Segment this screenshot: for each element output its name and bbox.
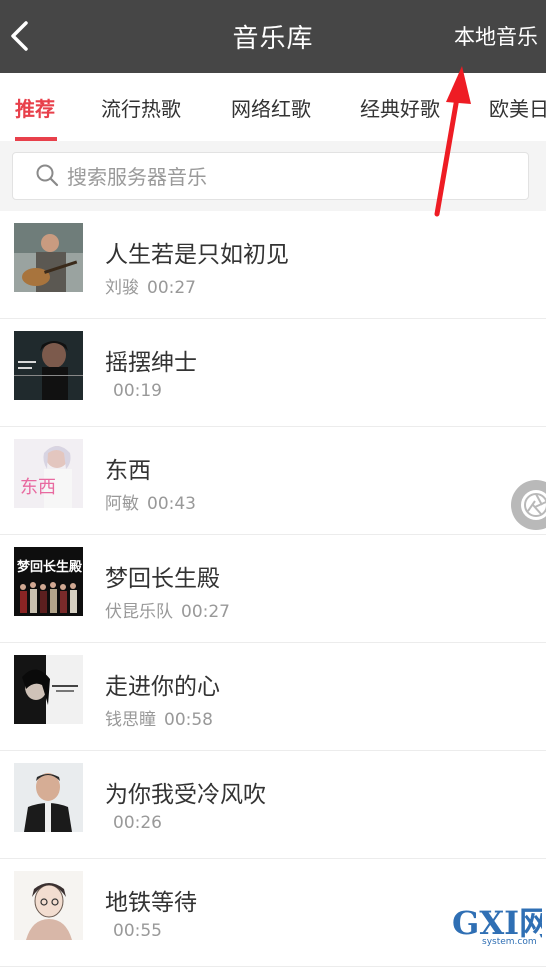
search-icon xyxy=(36,164,59,187)
album-cover: 东西 xyxy=(14,439,83,508)
album-cover xyxy=(14,763,83,832)
song-title: 人生若是只如初见 xyxy=(105,242,289,268)
tab-internet-hits[interactable]: 网络红歌 xyxy=(231,93,311,122)
song-duration: 00:55 xyxy=(113,921,162,941)
album-cover xyxy=(14,655,83,724)
song-item[interactable]: 为你我受冷风吹 00:26 xyxy=(0,751,546,859)
local-music-button[interactable]: 本地音乐 xyxy=(454,21,538,51)
song-duration: 00:26 xyxy=(113,813,162,833)
song-meta: 刘骏 00:27 xyxy=(105,273,196,298)
song-meta: 00:19 xyxy=(105,381,162,401)
app-header: 音乐库 本地音乐 xyxy=(0,0,546,73)
floating-assistive-button[interactable] xyxy=(511,480,546,530)
watermark-logo: GXI网 system.com xyxy=(452,904,546,947)
search-input[interactable] xyxy=(65,153,509,201)
song-meta: 阿敏 00:43 xyxy=(105,489,196,514)
album-cover xyxy=(14,223,83,292)
album-cover xyxy=(14,871,83,940)
tab-western-japanese[interactable]: 欧美日 xyxy=(489,93,546,122)
song-duration: 00:43 xyxy=(147,494,196,514)
song-duration: 00:19 xyxy=(113,381,162,401)
song-artist: 钱思瞳 xyxy=(105,710,156,730)
song-title: 地铁等待 xyxy=(105,890,197,916)
song-item[interactable]: 人生若是只如初见 刘骏 00:27 xyxy=(0,211,546,319)
song-artist: 刘骏 xyxy=(105,278,139,298)
shutter-icon xyxy=(521,490,546,520)
song-item[interactable]: 走进你的心 钱思瞳 00:58 xyxy=(0,643,546,751)
song-title: 走进你的心 xyxy=(105,674,220,700)
song-title: 摇摆绅士 xyxy=(105,350,197,376)
tab-popular[interactable]: 流行热歌 xyxy=(101,93,181,122)
song-title: 梦回长生殿 xyxy=(105,566,220,592)
album-cover: 梦回长生殿 xyxy=(14,547,83,616)
song-duration: 00:27 xyxy=(147,278,196,298)
tab-recommended[interactable]: 推荐 xyxy=(15,93,55,122)
cover-text: 东西 xyxy=(20,477,56,498)
song-meta: 00:26 xyxy=(105,813,162,833)
song-artist: 阿敏 xyxy=(105,494,139,514)
album-cover xyxy=(14,331,83,400)
song-duration: 00:27 xyxy=(181,602,230,622)
tab-classics[interactable]: 经典好歌 xyxy=(360,93,440,122)
search-box[interactable] xyxy=(12,152,529,201)
song-title: 东西 xyxy=(105,458,151,484)
category-tabs: 推荐 流行热歌 网络红歌 经典好歌 欧美日 xyxy=(0,73,546,141)
search-bar xyxy=(0,141,546,211)
song-meta: 伏昆乐队 00:27 xyxy=(105,597,230,622)
song-duration: 00:58 xyxy=(164,710,213,730)
song-list: 人生若是只如初见 刘骏 00:27 摇摆绅士 00:19 东西 东西 阿敏 00… xyxy=(0,211,546,967)
watermark-domain: system.com xyxy=(482,937,537,946)
song-meta: 钱思瞳 00:58 xyxy=(105,705,213,730)
song-artist: 伏昆乐队 xyxy=(105,602,173,622)
song-title: 为你我受冷风吹 xyxy=(105,782,266,808)
song-item[interactable]: 梦回长生殿 梦回长生殿 伏昆乐队 00:27 xyxy=(0,535,546,643)
cover-text: 梦回长生殿 xyxy=(17,559,83,575)
song-item[interactable]: 摇摆绅士 00:19 xyxy=(0,319,546,427)
song-item[interactable]: 东西 东西 阿敏 00:43 xyxy=(0,427,546,535)
song-meta: 00:55 xyxy=(105,921,162,941)
